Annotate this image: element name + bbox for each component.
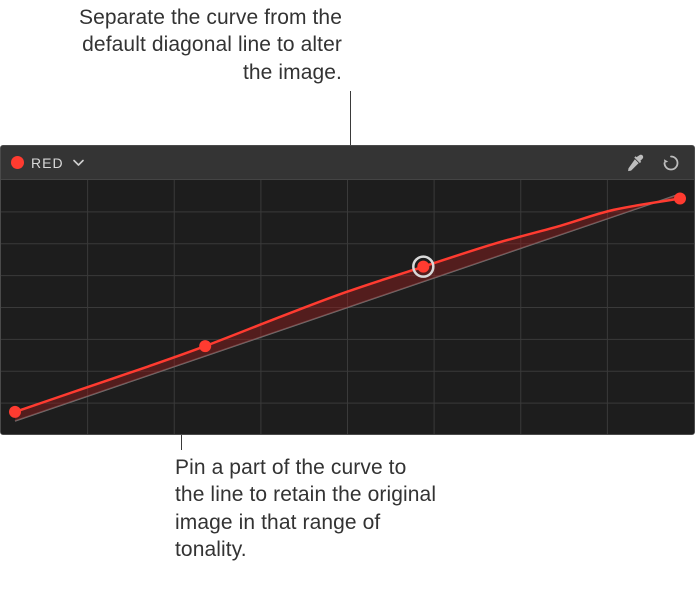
control-point-black-point[interactable] <box>9 406 21 418</box>
curves-graph-svg[interactable] <box>1 180 694 435</box>
eyedropper-icon[interactable] <box>624 152 646 174</box>
chevron-down-icon <box>73 159 84 167</box>
control-point-pinned-point[interactable] <box>199 340 211 352</box>
channel-swatch <box>11 156 24 169</box>
callout-bottom-text: Pin a part of the curve to the line to r… <box>175 454 437 563</box>
control-point-white-point[interactable] <box>674 193 686 205</box>
reset-icon[interactable] <box>660 152 682 174</box>
control-point-lifted-point[interactable] <box>417 261 429 273</box>
curves-graph[interactable] <box>1 180 694 435</box>
callout-top-text: Separate the curve from the default diag… <box>78 4 342 86</box>
curves-panel: RED <box>0 145 695 435</box>
curves-panel-header: RED <box>1 146 694 180</box>
channel-picker[interactable]: RED <box>11 155 84 171</box>
channel-label: RED <box>31 155 64 171</box>
header-tools <box>624 152 682 174</box>
